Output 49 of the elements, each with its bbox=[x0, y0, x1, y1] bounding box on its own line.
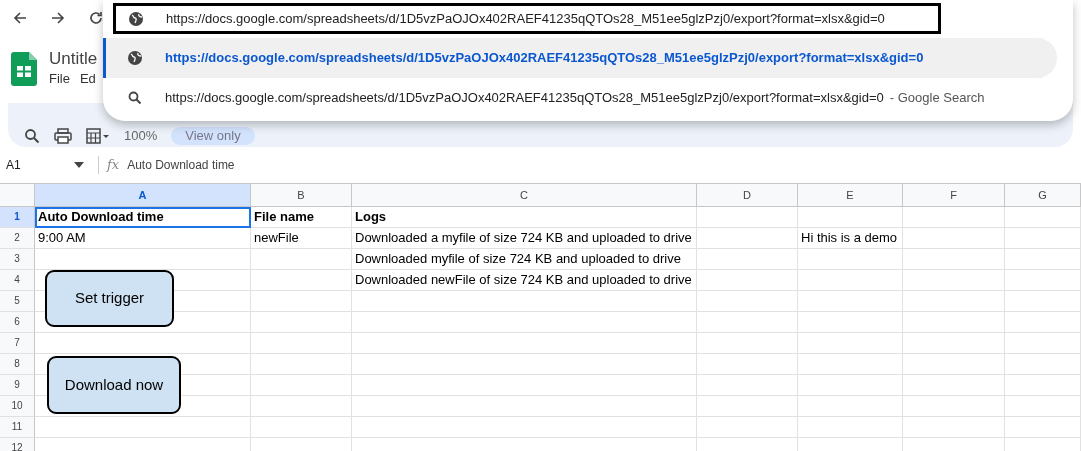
document-title[interactable]: Untitle bbox=[49, 49, 106, 70]
spreadsheet-logo-icon bbox=[11, 52, 37, 86]
zoom-dropdown[interactable]: 100% bbox=[124, 127, 158, 145]
formula-text[interactable]: Auto Download time bbox=[127, 156, 235, 174]
column-header[interactable]: F bbox=[903, 184, 1005, 207]
suggestion-text: https://docs.google.com/spreadsheets/d/1D5vzPaOJOx402RAEF41235qQTOs28_M51ee5glzPzj0/export?format=xlsx&gid=0 bbox=[165, 89, 884, 108]
row-header[interactable]: 11 bbox=[0, 417, 35, 438]
search-icon bbox=[127, 90, 143, 106]
row-header[interactable]: 8 bbox=[0, 354, 35, 375]
table-cell: Downloaded a myfile of size 724 KB and uploaded to drive bbox=[352, 228, 697, 249]
table-cell: Auto Download time bbox=[35, 207, 251, 228]
suggestion-suffix: - Google Search bbox=[889, 89, 985, 108]
row-header[interactable]: 9 bbox=[0, 375, 35, 396]
view-only-button[interactable]: View only bbox=[171, 127, 255, 145]
row-header[interactable]: 1 bbox=[0, 207, 35, 228]
drawing-button[interactable]: Set trigger bbox=[45, 270, 174, 327]
row-header[interactable]: 10 bbox=[0, 396, 35, 417]
suggestion-item[interactable]: https://docs.google.com/spreadsheets/d/1D5vzPaOJOx402RAEF41235qQTOs28_M51ee5glzPzj0/export?format=xlsx&gid=0 - Google Search bbox=[103, 78, 1057, 118]
column-header[interactable]: C bbox=[352, 184, 697, 207]
print-icon[interactable] bbox=[54, 127, 72, 145]
table-cell: Downloaded myfile of size 724 KB and uploaded to drive bbox=[352, 249, 697, 270]
menu-item[interactable]: File bbox=[49, 69, 70, 89]
menu-item[interactable]: Ed bbox=[79, 69, 96, 89]
globe-icon bbox=[127, 50, 143, 66]
column-header[interactable]: D bbox=[697, 184, 798, 207]
suggestion-item[interactable]: https://docs.google.com/spreadsheets/d/1D5vzPaOJOx402RAEF41235qQTOs28_M51ee5glzPzj0/export?format=xlsx&gid=0 bbox=[103, 38, 1057, 78]
row-header[interactable]: 12 bbox=[0, 438, 35, 451]
table-cell: newFile bbox=[251, 228, 352, 249]
function-label: fx bbox=[107, 156, 120, 175]
column-header[interactable]: B bbox=[251, 184, 352, 207]
table-cell: Downloaded newFile of size 724 KB and uploaded to drive bbox=[352, 270, 697, 291]
row-header[interactable]: 6 bbox=[0, 312, 35, 333]
table-cell: 9:00 AM bbox=[35, 228, 251, 249]
column-header[interactable]: A bbox=[35, 184, 251, 207]
row-header[interactable]: 4 bbox=[0, 270, 35, 291]
column-header[interactable]: E bbox=[798, 184, 903, 207]
row-header[interactable]: 5 bbox=[0, 291, 35, 312]
address-bar[interactable]: https://docs.google.com/spreadsheets/d/1D5vzPaOJOx402RAEF41235qQTOs28_M51ee5glzPzj0/export?format=xlsx&gid=0 bbox=[113, 3, 941, 34]
name-box[interactable]: A1 bbox=[0, 156, 90, 174]
search-icon[interactable] bbox=[24, 127, 40, 145]
calculator-icon[interactable] bbox=[86, 127, 110, 145]
row-header[interactable]: 7 bbox=[0, 333, 35, 354]
drawing-button[interactable]: Download now bbox=[47, 356, 181, 414]
table-cell: Hi this is a demo bbox=[798, 228, 903, 249]
table-cell: Logs bbox=[352, 207, 697, 228]
row-header[interactable]: 3 bbox=[0, 249, 35, 270]
row-header[interactable]: 2 bbox=[0, 228, 35, 249]
column-header[interactable]: G bbox=[1005, 184, 1081, 207]
table-cell: File name bbox=[251, 207, 352, 228]
